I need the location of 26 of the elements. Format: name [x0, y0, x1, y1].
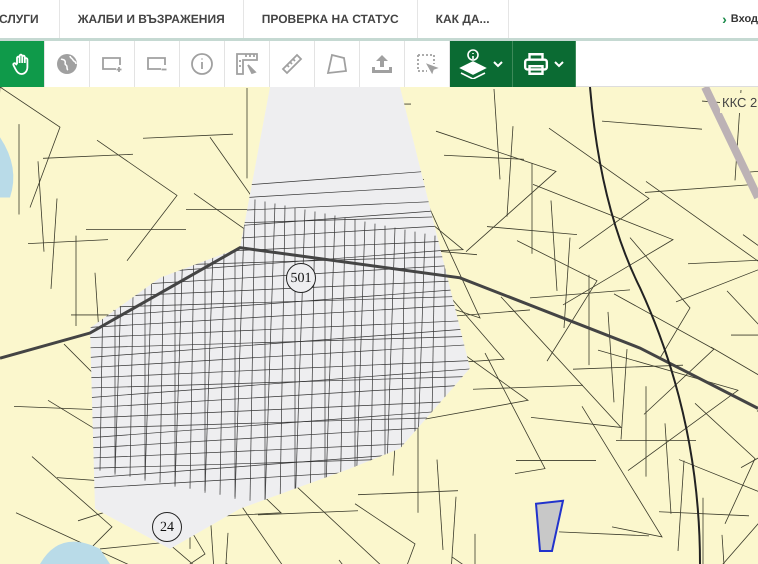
map-tool-button[interactable] [405, 41, 450, 87]
map-tool-button[interactable] [270, 41, 315, 87]
upload-icon [370, 52, 394, 76]
printer-icon [523, 51, 549, 77]
info-icon [190, 52, 214, 76]
nav-link[interactable]: КАК ДА... [418, 0, 509, 38]
measure-area-icon [235, 52, 259, 76]
map-menu-button[interactable] [513, 41, 576, 87]
map-tool-button[interactable] [45, 41, 90, 87]
map-tool-button[interactable] [135, 41, 180, 87]
map-tool-button[interactable] [360, 41, 405, 87]
map-tool-button[interactable] [315, 41, 360, 87]
nav-link[interactable]: ЖАЛБИ И ВЪЗРАЖЕНИЯ [60, 0, 244, 38]
map-tool-button[interactable] [225, 41, 270, 87]
layers-info-icon [458, 49, 488, 79]
map-label: ККС 2 [720, 93, 758, 112]
login-link[interactable]: › Вход [714, 0, 758, 38]
map-tool-button[interactable] [0, 41, 45, 87]
selection-icon [415, 52, 439, 76]
globe-icon [55, 52, 79, 76]
map-menu-button[interactable] [450, 41, 513, 87]
ruler-icon [280, 52, 304, 76]
map-tool-button[interactable] [90, 41, 135, 87]
nav-link[interactable]: ПРОВЕРКА НА СТАТУС [244, 0, 418, 38]
map-tool-button[interactable] [180, 41, 225, 87]
polygon-icon [325, 52, 349, 76]
